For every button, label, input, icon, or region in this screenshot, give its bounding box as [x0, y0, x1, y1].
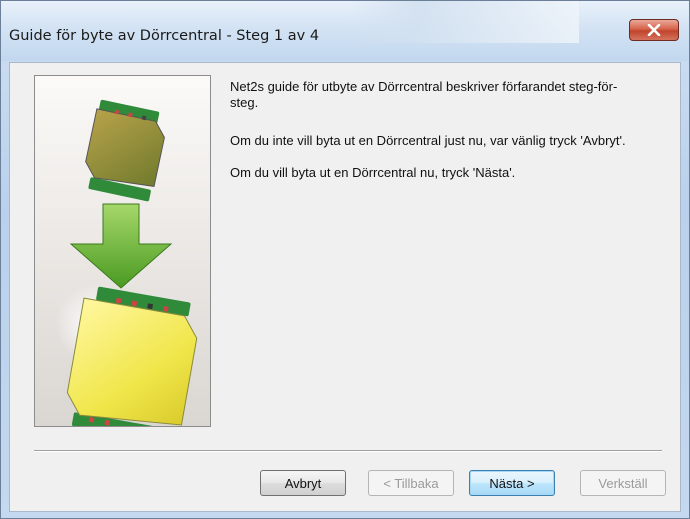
new-door-controller-icon — [55, 284, 198, 426]
next-instruction: Om du vill byta ut en Dörrcentral nu, tr… — [230, 165, 516, 180]
cancel-instruction: Om du inte vill byta ut en Dörrcentral j… — [230, 133, 626, 148]
intro-paragraph: Net2s guide för utbyte av Dörrcentral be… — [230, 79, 618, 110]
wizard-window: Guide för byte av Dörrcentral - Steg 1 a… — [0, 0, 690, 519]
next-button[interactable]: Nästa > — [469, 470, 555, 496]
cancel-button[interactable]: Avbryt — [260, 470, 346, 496]
old-door-controller-icon — [85, 99, 165, 202]
down-arrow-icon — [69, 203, 173, 289]
back-button[interactable]: < Tillbaka — [368, 470, 454, 496]
wizard-illustration — [34, 75, 211, 427]
wizard-text: Net2s guide för utbyte av Dörrcentral be… — [230, 79, 670, 181]
title-bar-glass — [349, 1, 579, 43]
title-bar[interactable]: Guide för byte av Dörrcentral - Steg 1 a… — [1, 1, 689, 61]
button-divider — [34, 450, 662, 452]
close-icon — [647, 24, 661, 36]
close-button[interactable] — [629, 19, 679, 41]
apply-button[interactable]: Verkställ — [580, 470, 666, 496]
window-title: Guide för byte av Dörrcentral - Steg 1 a… — [9, 28, 320, 44]
wizard-body: Net2s guide för utbyte av Dörrcentral be… — [9, 62, 681, 512]
